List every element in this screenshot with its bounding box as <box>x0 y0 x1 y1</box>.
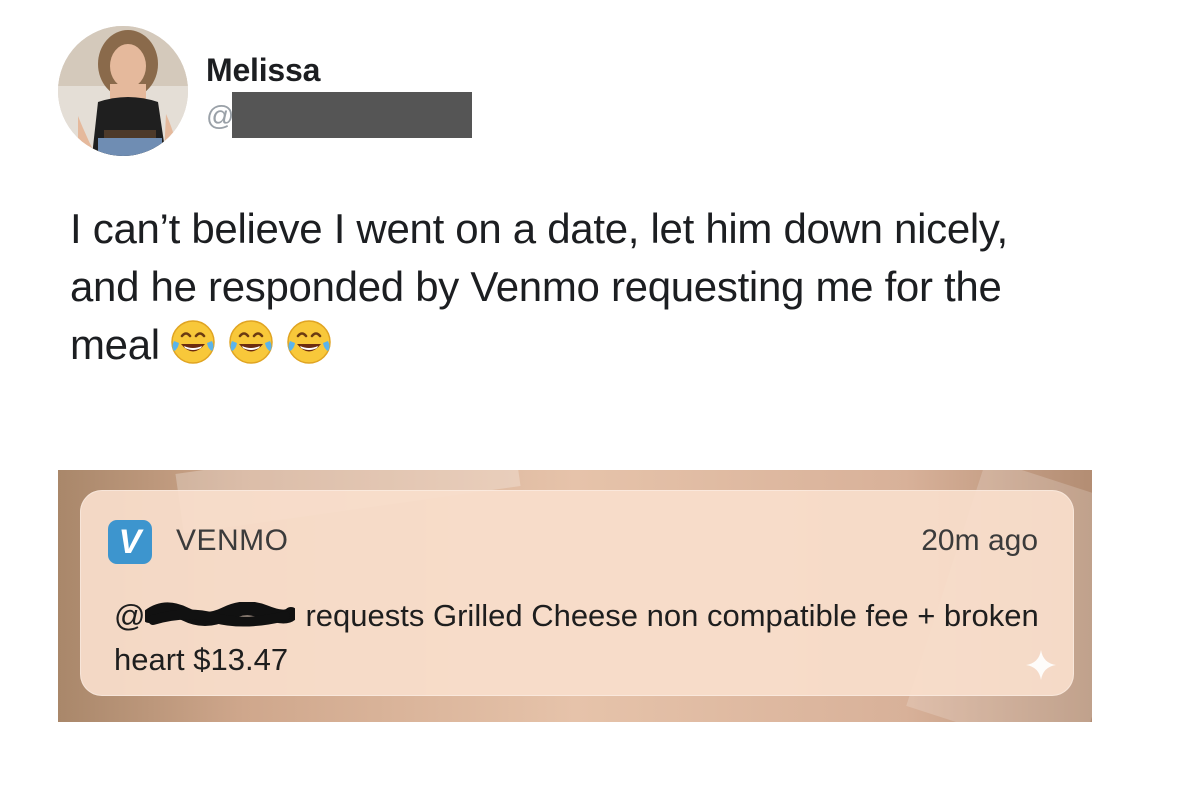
avatar-photo <box>58 26 188 156</box>
handle-scribble-redaction <box>145 602 296 627</box>
handle-redaction <box>232 92 472 138</box>
sparkle-icon <box>1026 650 1056 680</box>
tweet-header: Melissa @ <box>58 26 658 158</box>
venmo-notification[interactable]: V VENMO 20m ago @ requests Grilled Cheese… <box>80 490 1074 696</box>
venmo-app-icon: V <box>108 520 152 564</box>
notification-time: 20m ago <box>921 524 1038 557</box>
notification-message: @ requests Grilled Cheese non compatible … <box>114 594 1044 682</box>
emoji-group <box>170 319 344 380</box>
notification-app-name: VENMO <box>176 524 289 557</box>
display-name[interactable]: Melissa <box>206 52 320 89</box>
tears-of-joy-emoji-icon <box>229 320 273 364</box>
tears-of-joy-emoji-icon <box>287 320 331 364</box>
tears-of-joy-emoji-icon <box>171 320 215 364</box>
avatar[interactable] <box>58 26 188 156</box>
attached-screenshot[interactable]: V VENMO 20m ago @ requests Grilled Cheese… <box>58 470 1092 722</box>
tweet-text: I can’t believe I went on a date, let hi… <box>70 200 1070 380</box>
notification-handle-at: @ <box>114 598 146 633</box>
handle-at-sign: @ <box>206 100 235 131</box>
